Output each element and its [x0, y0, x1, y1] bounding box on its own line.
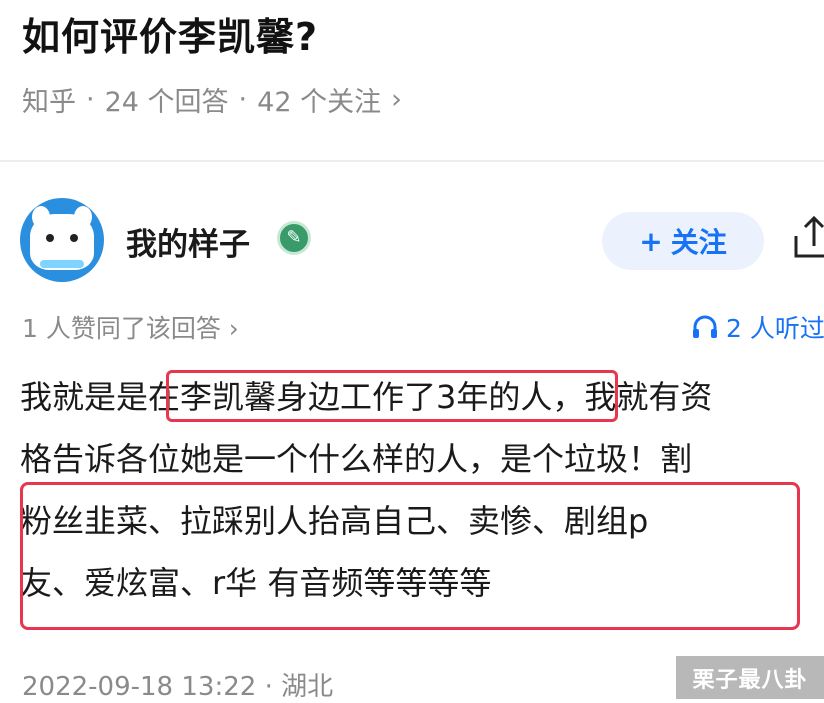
footer-meta: 2022-09-18 13:22 · 湖北	[22, 666, 333, 703]
headphones-icon	[693, 315, 717, 338]
separator: ·	[238, 84, 248, 115]
separator: ·	[264, 672, 273, 702]
content-line: 格告诉各位她是一个什么样的人，是个垃圾！割	[20, 440, 693, 478]
follow-label: 关注	[670, 226, 727, 259]
share-icon[interactable]	[790, 210, 824, 266]
avatar-eye	[70, 234, 78, 242]
highlight-box	[166, 370, 618, 422]
follower-count: 42 个关注	[257, 87, 382, 118]
separator: ·	[86, 84, 95, 115]
source-label: 知乎	[22, 87, 76, 118]
plus-icon: +	[639, 224, 663, 258]
divider	[0, 160, 824, 162]
listen-label: 2 人听过	[726, 314, 824, 343]
avatar[interactable]	[20, 198, 104, 282]
watermark: 栗子最八卦	[676, 656, 824, 699]
agree-count[interactable]: 1 人赞同了该回答 ›	[22, 309, 239, 345]
answer-count: 24 个回答	[104, 87, 229, 118]
verified-badge-icon: ✎	[277, 221, 311, 255]
listen-count[interactable]: 2 人听过	[692, 309, 824, 345]
question-title: 如何评价李凯馨?	[22, 15, 319, 59]
avatar-eye	[46, 234, 54, 242]
avatar-collar	[40, 260, 84, 268]
post-location: 湖北	[281, 672, 334, 702]
author-name[interactable]: 我的样子	[126, 219, 250, 264]
question-meta[interactable]: 知乎 · 24 个回答 · 42 个关注 ›	[22, 80, 402, 119]
chevron-right-icon: ›	[391, 84, 402, 115]
follow-button[interactable]: + 关注	[602, 212, 764, 270]
highlight-box	[20, 482, 800, 630]
post-datetime: 2022-09-18 13:22	[22, 672, 257, 702]
